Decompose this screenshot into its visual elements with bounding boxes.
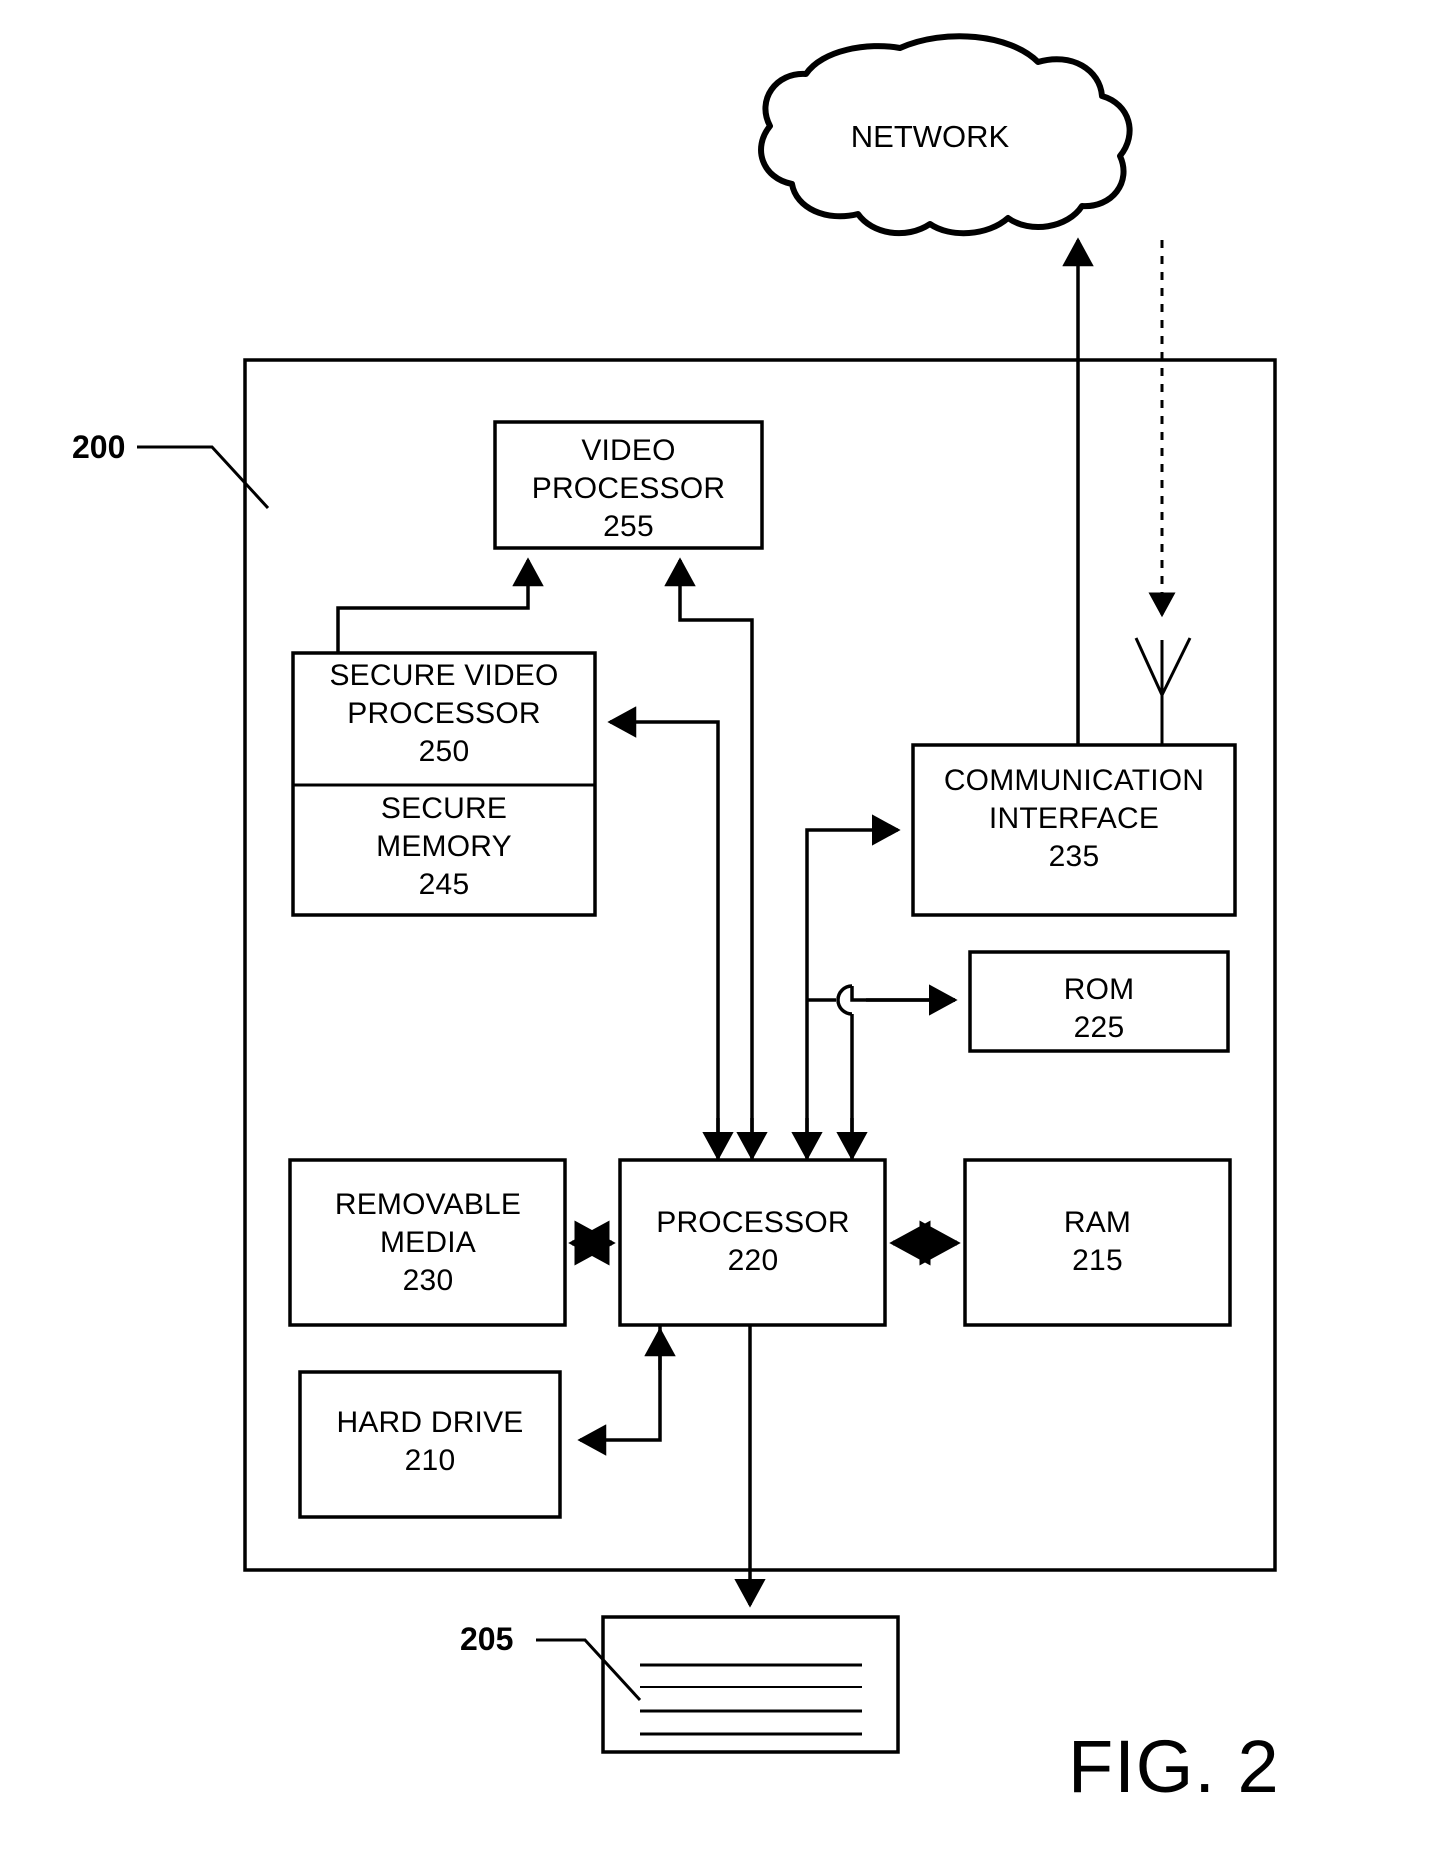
connector-processor-to-svp [607,706,720,1160]
block-video-processor [493,420,764,550]
antenna-icon [1134,637,1192,745]
diagram-canvas [137,33,1277,1754]
ref-number-205: 205 [460,1621,514,1657]
network-cloud-label: NETWORK [850,119,1010,154]
connector-processor-to-video-processor [664,557,754,1160]
block-hard-drive [298,1370,562,1519]
wire-hop-bridge [836,984,853,1016]
connector-processor-to-rom [850,984,958,1016]
leader-line-200 [137,445,270,510]
block-rom [968,950,1230,1053]
connector-processor-to-hard-drive [577,1325,662,1456]
block-processor [618,1158,887,1327]
block-ram [963,1158,1232,1327]
figure-caption: FIG. 2 [1068,1725,1280,1808]
ref-number-200: 200 [72,429,126,465]
block-communication-interface [911,743,1237,917]
block-removable-media [288,1158,567,1327]
figure-page: NETWORK 200 205 VIDEO PROCESSOR 255 SECU… [0,0,1452,1875]
block-display-205 [601,1615,900,1754]
connector-svp-to-video-processor [336,557,544,653]
